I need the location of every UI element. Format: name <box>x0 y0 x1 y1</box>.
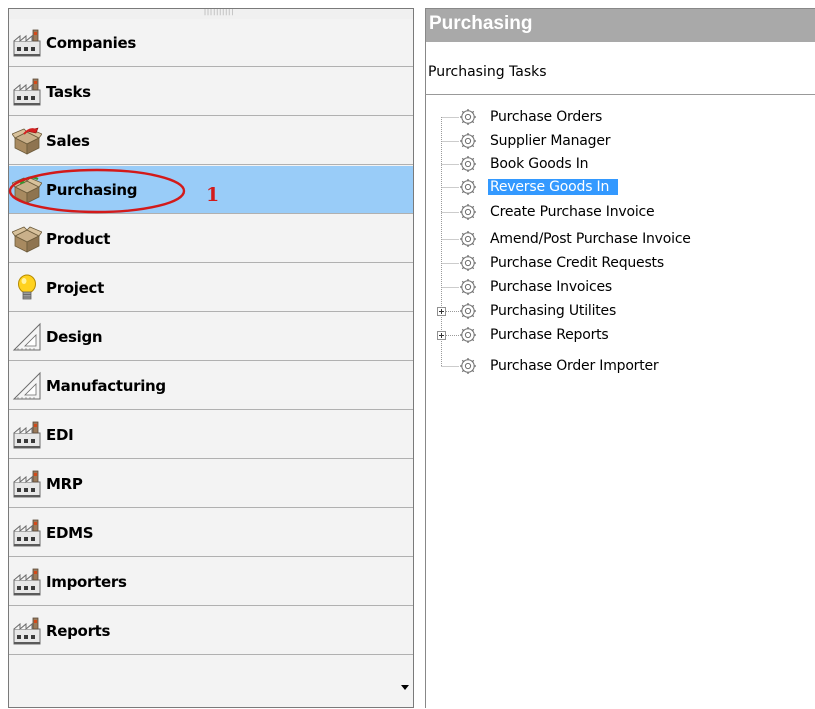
expand-icon[interactable] <box>437 307 446 316</box>
tree-item-purchase-orders[interactable]: Purchase Orders <box>426 106 806 130</box>
lightbulb-icon <box>18 274 36 300</box>
gear-icon <box>459 108 477 126</box>
nav-item-project[interactable]: Project <box>9 264 413 312</box>
tree-item-label: Book Goods In <box>490 156 589 172</box>
gear-icon <box>459 132 477 150</box>
factory-icon <box>12 616 42 646</box>
tree-item-book-goods-in[interactable]: Book Goods In <box>426 153 806 177</box>
tree-item-label: Amend/Post Purchase Invoice <box>490 231 691 247</box>
nav-item-label: Companies <box>46 34 137 52</box>
tree-item-label: Supplier Manager <box>490 133 611 149</box>
factory-icon <box>12 469 42 499</box>
tree-item-purchase-credit-requests[interactable]: Purchase Credit Requests <box>426 252 806 276</box>
tree-item-label: Purchase Order Importer <box>490 358 659 374</box>
chevron-down-icon[interactable] <box>401 685 409 690</box>
factory-icon <box>12 28 42 58</box>
nav-item-design[interactable]: Design <box>9 313 413 361</box>
factory-icon <box>12 420 42 450</box>
nav-item-label: MRP <box>46 475 83 493</box>
tree-item-amend-post-purchase-invoice[interactable]: Amend/Post Purchase Invoice <box>426 228 806 252</box>
nav-item-reports[interactable]: Reports <box>9 607 413 655</box>
nav-item-label: EDMS <box>46 524 94 542</box>
gear-icon <box>459 155 477 173</box>
factory-icon <box>12 567 42 597</box>
nav-item-label: Purchasing <box>46 181 138 199</box>
tree-item-supplier-manager[interactable]: Supplier Manager <box>426 130 806 154</box>
gear-icon <box>459 254 477 272</box>
nav-item-edms[interactable]: EDMS <box>9 509 413 557</box>
nav-item-manufacturing[interactable]: Manufacturing <box>9 362 413 410</box>
nav-item-tasks[interactable]: Tasks <box>9 68 413 116</box>
nav-item-label: Project <box>46 279 104 297</box>
tree-item-label: Create Purchase Invoice <box>490 204 655 220</box>
factory-icon <box>12 518 42 548</box>
gear-icon <box>459 178 477 196</box>
set-square-icon <box>12 322 41 351</box>
tree-item-reverse-goods-in[interactable]: Reverse Goods In <box>426 176 806 200</box>
product-icon <box>12 224 42 254</box>
nav-item-label: Importers <box>46 573 127 591</box>
nav-item-sales[interactable]: Sales <box>9 117 413 165</box>
sales-icon <box>12 127 42 156</box>
nav-item-label: Manufacturing <box>46 377 166 395</box>
nav-item-label: Design <box>46 328 103 346</box>
annotation-marker-1: 1 <box>206 184 220 206</box>
nav-item-companies[interactable]: Companies <box>9 19 413 67</box>
gear-icon <box>459 357 477 375</box>
panel-title-bar: Purchasing <box>425 8 815 42</box>
nav-item-label: Product <box>46 230 111 248</box>
set-square-icon <box>12 371 41 400</box>
tree-item-label: Reverse Goods In <box>488 179 619 195</box>
tree-item-label: Purchase Orders <box>490 109 603 125</box>
tasks-tree: Purchase Orders Supplier Manager Book Go… <box>425 94 815 708</box>
tree-item-create-purchase-invoice[interactable]: Create Purchase Invoice <box>426 201 806 225</box>
nav-item-edi[interactable]: EDI <box>9 411 413 459</box>
tasks-header-label: Purchasing Tasks <box>428 64 547 80</box>
tree-item-purchase-reports[interactable]: Purchase Reports <box>426 324 806 348</box>
tree-item-label: Purchase Reports <box>490 327 609 343</box>
tree-item-purchase-order-importer[interactable]: Purchase Order Importer <box>426 355 806 379</box>
purchasing-panel: Purchasing Purchasing Tasks Purchase Ord… <box>425 8 815 708</box>
panel-title: Purchasing <box>429 13 533 34</box>
tree-item-purchasing-utilites[interactable]: Purchasing Utilites <box>426 300 806 324</box>
nav-item-label: EDI <box>46 426 74 444</box>
nav-overflow-bar <box>9 669 413 707</box>
gear-icon <box>459 302 477 320</box>
nav-item-label: Tasks <box>46 83 91 101</box>
tasks-header: Purchasing Tasks <box>425 42 815 94</box>
factory-icon <box>12 77 42 107</box>
nav-item-label: Sales <box>46 132 90 150</box>
purchasing-icon <box>12 176 42 205</box>
tree-item-label: Purchasing Utilites <box>490 303 617 319</box>
tree-item-label: Purchase Credit Requests <box>490 255 664 271</box>
nav-item-label: Reports <box>46 622 111 640</box>
gear-icon <box>459 326 477 344</box>
nav-item-importers[interactable]: Importers <box>9 558 413 606</box>
tree-item-label: Purchase Invoices <box>490 279 612 295</box>
gear-icon <box>459 230 477 248</box>
nav-item-product[interactable]: Product <box>9 215 413 263</box>
expand-icon[interactable] <box>437 331 446 340</box>
gear-icon <box>459 278 477 296</box>
nav-item-mrp[interactable]: MRP <box>9 460 413 508</box>
navigation-pane: |||||||||| Companies Tasks Sales Purchas… <box>8 8 414 708</box>
tree-item-purchase-invoices[interactable]: Purchase Invoices <box>426 276 806 300</box>
gear-icon <box>459 203 477 221</box>
